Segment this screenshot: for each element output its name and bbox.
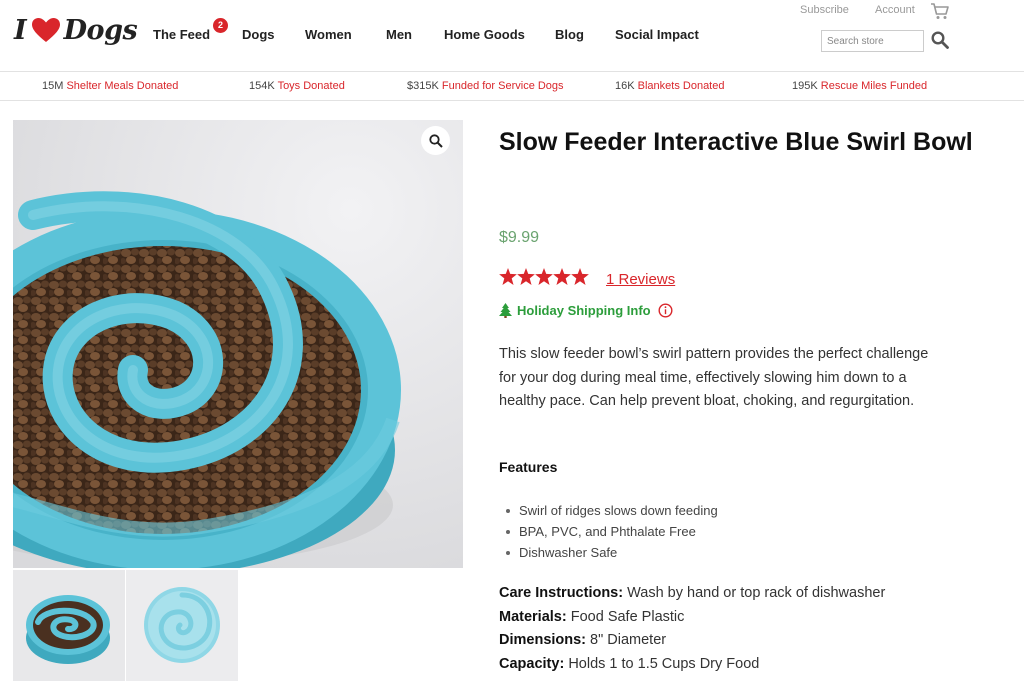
site-header: I Dogs The Feed 2 Dogs Women Men Home Go… <box>0 0 1024 72</box>
spec-row: Care Instructions: Wash by hand or top r… <box>499 582 885 606</box>
bowl-illustration <box>13 120 463 568</box>
heart-icon <box>31 18 60 42</box>
product-specs: Care Instructions: Wash by hand or top r… <box>499 582 885 676</box>
spec-row: Capacity: Holds 1 to 1.5 Cups Dry Food <box>499 653 885 677</box>
product-price: $9.99 <box>499 229 540 246</box>
star-icon <box>517 268 535 285</box>
spec-label: Materials: <box>499 608 567 625</box>
bowl-thumbnail-top <box>126 570 238 681</box>
stat-number: 154K <box>249 80 275 92</box>
nav-men[interactable]: Men <box>386 27 412 42</box>
logo-i: I <box>14 14 27 46</box>
star-icon <box>553 268 571 285</box>
feature-item: Dishwasher Safe <box>506 542 718 563</box>
nav-women[interactable]: Women <box>305 27 352 42</box>
stat-label: Shelter Meals Donated <box>66 80 179 92</box>
nav-label: The Feed <box>153 27 211 42</box>
spec-value: Wash by hand or top rack of dishwasher <box>627 585 886 601</box>
cart-icon[interactable] <box>930 2 950 20</box>
account-link[interactable]: Account <box>875 4 915 16</box>
thumbnail-1[interactable] <box>13 570 125 681</box>
info-icon[interactable] <box>658 303 673 318</box>
christmas-tree-icon <box>499 303 512 318</box>
stat-label: Toys Donated <box>277 80 345 92</box>
product-main-image[interactable] <box>13 120 463 568</box>
spec-label: Capacity: <box>499 655 565 672</box>
zoom-button[interactable] <box>421 126 450 155</box>
feature-item: Swirl of ridges slows down feeding <box>506 500 718 521</box>
feature-item: BPA, PVC, and Phthalate Free <box>506 521 718 542</box>
nav-blog[interactable]: Blog <box>555 27 584 42</box>
notification-badge: 2 <box>213 18 228 33</box>
stat-label: Blankets Donated <box>637 80 725 92</box>
stat-number: $315K <box>407 80 439 92</box>
spec-value: Food Safe Plastic <box>570 608 685 625</box>
search-icon[interactable] <box>931 31 949 49</box>
star-icon <box>499 268 517 285</box>
features-heading: Features <box>499 459 558 475</box>
spec-value: Holds 1 to 1.5 Cups Dry Food <box>568 655 760 672</box>
magnifier-icon <box>428 133 443 148</box>
spec-label: Dimensions: <box>499 632 587 648</box>
holiday-shipping: Holiday Shipping Info <box>499 303 673 318</box>
spec-label: Care Instructions: <box>499 585 624 601</box>
stat-number: 15M <box>42 80 64 92</box>
features-list: Swirl of ridges slows down feeding BPA, … <box>506 500 718 563</box>
nav-the-feed[interactable]: The Feed 2 <box>153 18 228 42</box>
star-rating <box>499 268 589 285</box>
star-icon <box>535 268 553 285</box>
nav-home-goods[interactable]: Home Goods <box>444 27 525 42</box>
stat-number: 16K <box>615 80 635 92</box>
spec-row: Materials: Food Safe Plastic <box>499 606 885 630</box>
impact-stats-bar: 15M Shelter Meals Donated 154K Toys Dona… <box>0 72 1024 101</box>
stat-item[interactable]: 154K Toys Donated <box>249 80 345 92</box>
spec-row: Dimensions: 8" Diameter <box>499 629 885 653</box>
stat-label: Funded for Service Dogs <box>441 80 564 92</box>
reviews-link[interactable]: 1 Reviews <box>606 271 675 288</box>
stat-label: Rescue Miles Funded <box>820 80 928 92</box>
bowl-thumbnail-angled <box>13 570 125 681</box>
logo[interactable]: I Dogs <box>14 12 138 48</box>
stat-item[interactable]: 195K Rescue Miles Funded <box>792 80 927 92</box>
logo-dogs: Dogs <box>63 14 138 46</box>
stat-item[interactable]: 15M Shelter Meals Donated <box>42 80 178 92</box>
spec-value: 8" Diameter <box>590 632 667 648</box>
product-description: This slow feeder bowl’s swirl pattern pr… <box>499 346 929 409</box>
stat-item[interactable]: $315K Funded for Service Dogs <box>407 80 564 92</box>
star-icon <box>571 268 589 285</box>
search-input[interactable] <box>821 30 924 52</box>
nav-dogs[interactable]: Dogs <box>242 27 275 42</box>
holiday-shipping-link[interactable]: Holiday Shipping Info <box>517 303 651 318</box>
stat-number: 195K <box>792 80 818 92</box>
product-title: Slow Feeder Interactive Blue Swirl Bowl <box>499 128 973 156</box>
thumbnail-2[interactable] <box>126 570 238 681</box>
subscribe-link[interactable]: Subscribe <box>800 4 849 16</box>
stat-item[interactable]: 16K Blankets Donated <box>615 80 724 92</box>
nav-social-impact[interactable]: Social Impact <box>615 27 699 42</box>
